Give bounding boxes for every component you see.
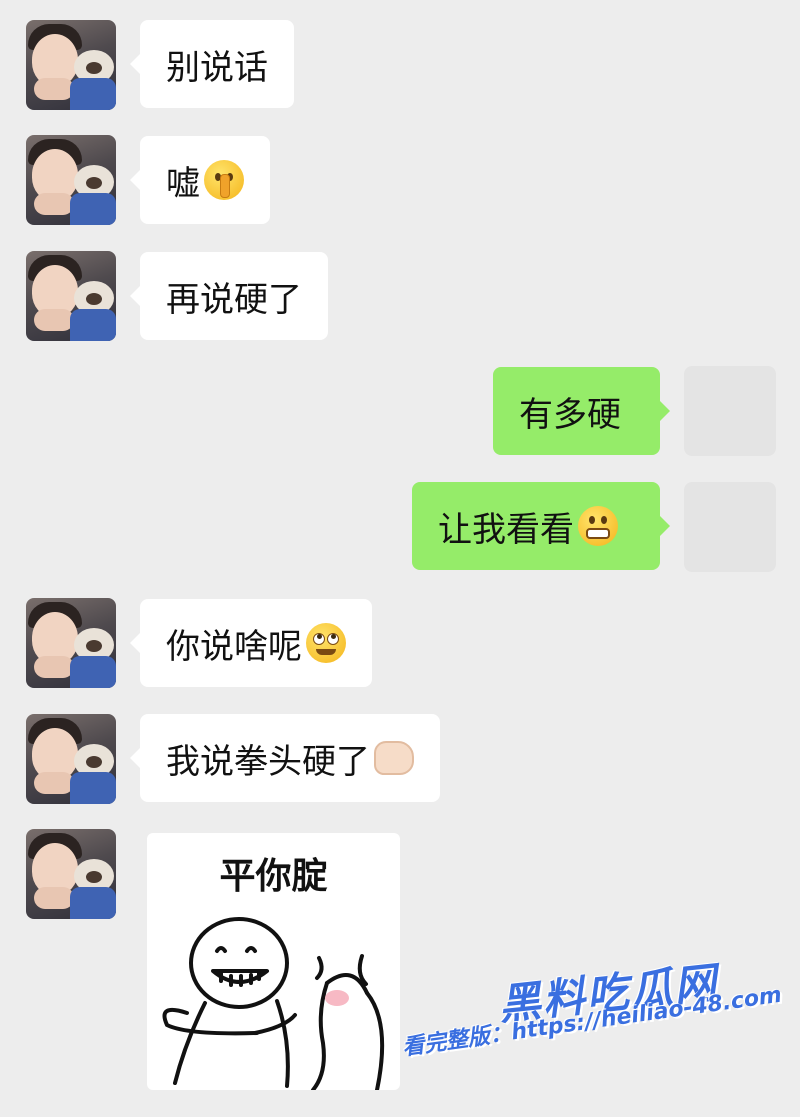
contact-avatar[interactable] [26, 598, 116, 688]
contact-avatar[interactable] [26, 135, 116, 225]
message-bubble-outgoing[interactable]: 有多硬 [493, 367, 670, 455]
sticker-message[interactable]: 平你腚 [147, 833, 400, 1090]
contact-avatar[interactable] [26, 251, 116, 341]
message-text: 有多硬 [519, 394, 621, 435]
stick-figure-sticker-icon [162, 917, 385, 1090]
chat-window: 别说话 嘘 再说硬了 有多硬 让我看看 你说啥呢 我说拳头硬了 平你腚 黑料吃瓜… [0, 0, 800, 1117]
contact-avatar[interactable] [26, 829, 116, 919]
fist-icon [374, 741, 414, 775]
contact-avatar[interactable] [26, 714, 116, 804]
message-bubble-incoming[interactable]: 你说啥呢 [130, 599, 372, 687]
message-text: 嘘 [166, 163, 200, 204]
message-text: 你说啥呢 [166, 626, 302, 667]
message-bubble-incoming[interactable]: 别说话 [130, 20, 294, 108]
message-bubble-incoming[interactable]: 嘘 [130, 136, 270, 224]
message-bubble-outgoing[interactable]: 让我看看 [412, 482, 670, 570]
self-avatar[interactable] [684, 482, 776, 572]
grimacing-face-icon [578, 506, 618, 546]
message-bubble-incoming[interactable]: 我说拳头硬了 [130, 714, 440, 802]
message-bubble-incoming[interactable]: 再说硬了 [130, 252, 328, 340]
shushing-face-icon [204, 160, 244, 200]
message-text: 再说硬了 [166, 279, 302, 320]
contact-avatar[interactable] [26, 20, 116, 110]
self-avatar[interactable] [684, 366, 776, 456]
message-text: 别说话 [166, 47, 268, 88]
message-text: 让我看看 [438, 509, 574, 550]
message-text: 我说拳头硬了 [166, 741, 370, 782]
eye-roll-face-icon [306, 623, 346, 663]
